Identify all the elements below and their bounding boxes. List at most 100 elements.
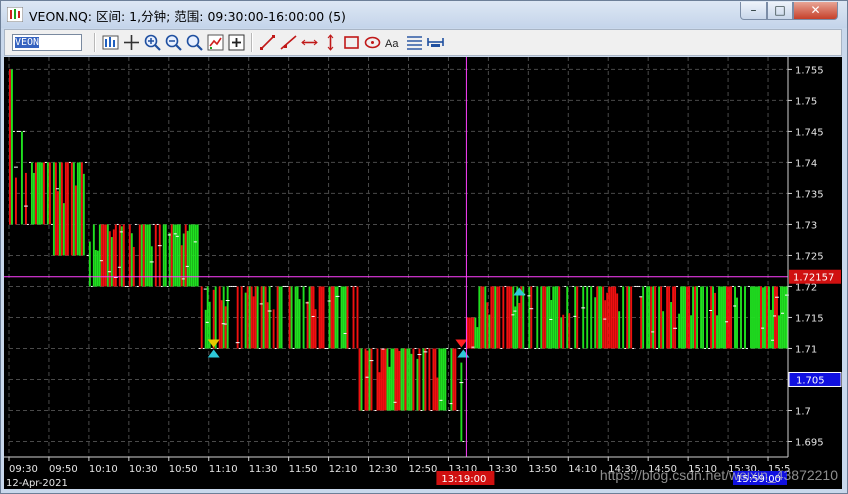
price-chart[interactable]: 1.7551.751.7451.741.7351.731.7251.721.71… [4, 57, 842, 489]
up-bar [386, 348, 389, 411]
up-bar [248, 286, 251, 349]
time-axis-label: 14:10 [568, 464, 597, 475]
down-bar [728, 286, 730, 349]
up-bar [168, 232, 171, 287]
up-bar [484, 286, 487, 349]
up-bar [214, 286, 217, 349]
up-bar [724, 286, 726, 349]
price-chart-area[interactable]: 1.755 1.75 1.745 1.74 1.735 1.73 1.725 1.72 1.71… [4, 57, 842, 489]
down-bar [358, 348, 361, 411]
down-bar [766, 286, 768, 349]
down-bar [518, 302, 521, 349]
minimize-button[interactable]: – [740, 2, 767, 20]
crosshair-icon[interactable] [122, 33, 141, 52]
down-bar [264, 286, 267, 349]
up-bar [622, 286, 625, 349]
price-axis-label: 1.725 [795, 251, 824, 262]
down-bar [454, 348, 457, 411]
down-bar [398, 350, 401, 411]
up-bar [222, 286, 225, 349]
time-axis-label: 12:10 [329, 464, 358, 475]
price-axis-label: 1.72 [795, 282, 817, 293]
up-bar [406, 348, 409, 411]
up-bar [388, 366, 391, 411]
down-bar [380, 348, 383, 411]
down-bar [604, 300, 607, 349]
add-icon[interactable] [227, 33, 246, 52]
down-bar [626, 286, 629, 349]
hline-tool-icon[interactable] [300, 33, 319, 52]
up-bar [96, 250, 99, 287]
up-bar [690, 315, 693, 349]
down-bar [276, 286, 279, 349]
symbol-input[interactable]: VEON [12, 34, 82, 51]
down-bar [686, 286, 689, 349]
price-axis-label: 1.7 [795, 406, 811, 417]
down-bar [510, 286, 513, 349]
indicator-icon[interactable] [206, 33, 225, 52]
zoom-fit-icon[interactable] [185, 33, 204, 52]
down-bar [502, 286, 505, 349]
toolbar-separator [94, 33, 96, 52]
bar-chart-icon[interactable] [101, 33, 120, 52]
down-bar [9, 69, 11, 225]
fibonacci-icon[interactable] [405, 33, 424, 52]
down-bar [606, 292, 609, 349]
up-bar [340, 286, 343, 349]
down-bar [42, 162, 45, 225]
symbol-input-value: VEON [15, 37, 40, 48]
up-bar [410, 353, 413, 411]
close-button[interactable]: ✕ [793, 2, 838, 20]
up-bar [120, 226, 123, 287]
up-bar [444, 348, 447, 411]
down-bar [250, 286, 253, 349]
down-bar [272, 309, 275, 349]
down-bar [108, 231, 111, 287]
down-bar [492, 286, 495, 349]
price-axis-label: 1.73 [795, 220, 817, 231]
up-bar [658, 286, 661, 349]
down-bar [640, 296, 643, 349]
up-bar [40, 162, 43, 225]
down-bar [412, 348, 415, 411]
up-bar [262, 286, 265, 349]
up-bar [440, 348, 443, 411]
down-bar [508, 286, 511, 349]
down-bar [568, 313, 571, 349]
zoom-out-icon[interactable] [164, 33, 183, 52]
down-bar [396, 348, 399, 411]
down-bar [562, 314, 565, 349]
rectangle-tool-icon[interactable] [342, 33, 361, 52]
up-bar [360, 348, 363, 411]
measure-icon[interactable] [426, 33, 445, 52]
title-bar[interactable]: VEON.NQ: 区间: 1,分钟; 范围: 09:30:00-16:00:00… [1, 1, 847, 28]
down-bar [482, 286, 485, 349]
up-bar [680, 286, 683, 349]
up-bar [628, 286, 631, 349]
line-tool-icon[interactable] [258, 33, 277, 52]
up-bar [600, 286, 603, 349]
text-tool-icon[interactable]: Aa [384, 33, 403, 52]
up-bar [566, 286, 569, 349]
ray-tool-icon[interactable] [279, 33, 298, 52]
up-bar [700, 286, 703, 349]
down-bar [252, 296, 255, 349]
up-bar [32, 172, 35, 225]
up-bar [678, 313, 681, 349]
down-bar [14, 177, 17, 225]
down-bar [434, 348, 437, 411]
up-bar [646, 286, 649, 349]
down-bar [452, 348, 455, 411]
zoom-in-icon[interactable] [143, 33, 162, 52]
maximize-button[interactable]: □ [767, 2, 793, 20]
ellipse-tool-icon[interactable] [363, 33, 382, 52]
up-bar [702, 286, 705, 349]
vline-tool-icon[interactable] [321, 33, 340, 52]
down-bar [674, 286, 677, 349]
down-bar [132, 246, 135, 287]
down-bar [356, 286, 359, 349]
down-bar [612, 286, 615, 349]
down-bar [650, 286, 653, 349]
down-bar [530, 286, 533, 349]
up-bar [662, 311, 665, 349]
